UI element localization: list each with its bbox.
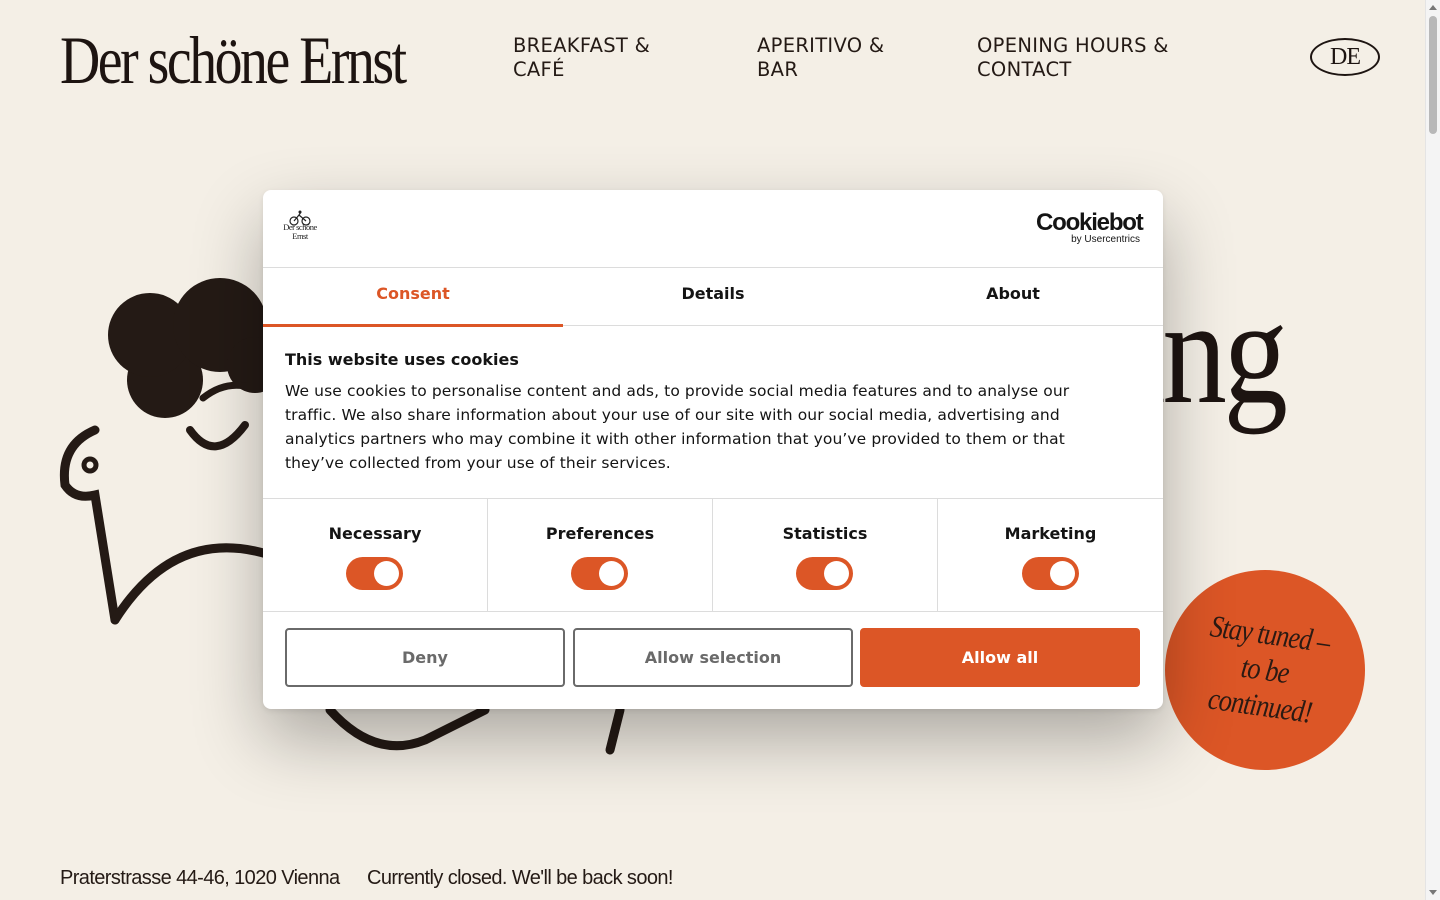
toggle-preferences[interactable] [571, 557, 628, 590]
nostril [81, 456, 99, 474]
toggle-label-preferences: Preferences [545, 524, 655, 543]
cookie-category-toggles: Necessary Preferences Statistics Marketi… [263, 498, 1163, 612]
toggle-knob [374, 561, 399, 586]
site-logo[interactable]: Der schöne Ernst [60, 26, 407, 94]
toggle-knob [599, 561, 624, 586]
cookiebot-logo[interactable]: Cookiebot by Usercentrics [1036, 209, 1144, 246]
toggle-statistics[interactable] [796, 557, 853, 590]
cookie-consent-dialog: Der schöne Ernst Cookiebot by Usercentri… [263, 190, 1163, 709]
toggle-cell-preferences: Preferences [488, 499, 713, 612]
toggle-necessary[interactable] [346, 557, 403, 590]
toggle-label-necessary: Necessary [328, 524, 422, 543]
cookiebot-wordmark: Cookiebot [1036, 209, 1144, 236]
stay-tuned-badge: Stay tuned – to be continued! [1165, 570, 1365, 770]
arm-line [605, 705, 625, 755]
closed-eye [186, 421, 249, 451]
scroll-up-arrow-icon[interactable] [1429, 5, 1437, 10]
toggle-knob [824, 561, 849, 586]
scroll-down-arrow-icon[interactable] [1429, 890, 1437, 895]
toggle-label-marketing: Marketing [1004, 524, 1097, 543]
toggle-cell-necessary: Necessary [263, 499, 488, 612]
eyebrow [199, 381, 249, 402]
language-switch-button[interactable]: DE [1310, 38, 1380, 76]
toggle-knob [1049, 561, 1075, 586]
dialog-title: This website uses cookies [285, 350, 519, 369]
dialog-tabs: Consent Details About [263, 268, 1163, 327]
tab-about[interactable]: About [863, 268, 1163, 326]
tab-consent[interactable]: Consent [263, 268, 563, 327]
nav-aperitivo-bar[interactable]: APERITIVO & BAR [757, 34, 927, 82]
toggle-cell-marketing: Marketing [938, 499, 1163, 612]
allow-selection-button[interactable]: Allow selection [573, 628, 853, 687]
dialog-description: We use cookies to personalise content an… [285, 382, 1070, 472]
stay-tuned-text: Stay tuned – to be continued! [1206, 608, 1332, 730]
dialog-header: Der schöne Ernst Cookiebot by Usercentri… [263, 190, 1163, 268]
deny-button[interactable]: Deny [285, 628, 565, 687]
toggle-cell-statistics: Statistics [713, 499, 938, 612]
brand-mini-logo: Der schöne Ernst [283, 210, 317, 246]
scrollbar-thumb[interactable] [1429, 16, 1437, 134]
shoulder-curve [325, 705, 490, 751]
chin-curve [110, 543, 275, 625]
page-scrollbar[interactable] [1425, 0, 1440, 900]
address-text: Praterstrasse 44-46, 1020 Vienna [60, 867, 340, 889]
tab-details[interactable]: Details [563, 268, 863, 326]
toggle-label-statistics: Statistics [782, 524, 868, 543]
nav-breakfast-cafe[interactable]: BREAKFAST & CAFÉ [513, 34, 703, 82]
allow-all-button[interactable]: Allow all [860, 628, 1140, 687]
nav-opening-hours-contact[interactable]: OPENING HOURS & CONTACT [977, 34, 1217, 82]
toggle-marketing[interactable] [1021, 557, 1079, 590]
opening-status-text: Currently closed. We'll be back soon! [367, 867, 673, 889]
brand-mini-logo-text: Der schöne Ernst [283, 222, 317, 241]
